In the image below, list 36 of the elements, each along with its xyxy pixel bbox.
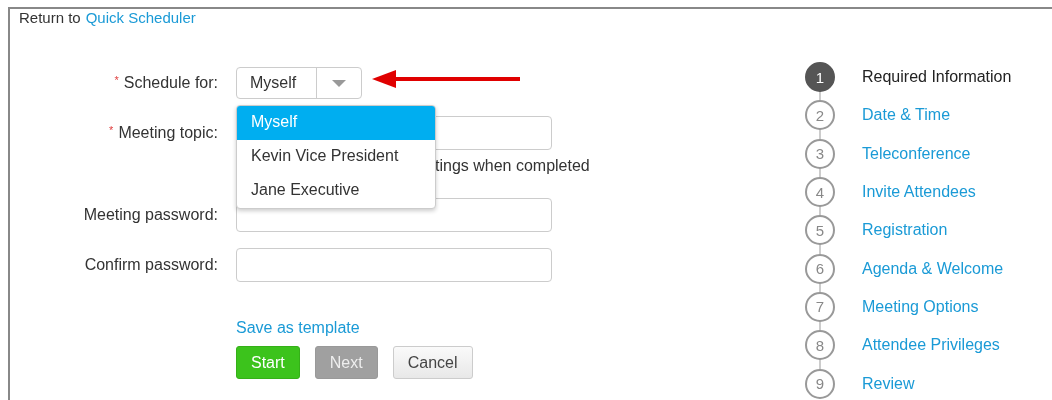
step-number: 7 (805, 291, 835, 322)
step-link[interactable]: Review (862, 374, 915, 393)
step-number: 4 (805, 177, 835, 208)
field-label: Schedule for: (123, 74, 218, 91)
step-link[interactable]: Date & Time (862, 106, 951, 125)
schedule-for-dropdown[interactable]: Myself (236, 67, 362, 99)
form-button[interactable]: Cancel (392, 346, 473, 379)
field-label: Meeting password: (83, 206, 218, 223)
save-template-link[interactable]: Save as template (236, 319, 360, 336)
step-link[interactable]: Invite Attendees (862, 183, 976, 202)
step-link[interactable]: Agenda & Welcome (862, 259, 1004, 278)
step-link[interactable]: Required Information (862, 68, 1012, 87)
step-link[interactable]: Attendee Privileges (862, 336, 1000, 355)
step-link[interactable]: Teleconference (862, 144, 971, 163)
step-number: 9 (805, 368, 835, 399)
field-label: Confirm password: (84, 256, 218, 273)
step-number: 3 (805, 138, 835, 169)
step-number: 2 (805, 100, 835, 131)
dropdown-option[interactable]: Kevin Vice President (237, 140, 435, 174)
step-link[interactable]: Registration (862, 221, 948, 240)
dropdown-option[interactable]: Jane Executive (237, 174, 435, 208)
required-mark: * (109, 124, 114, 136)
quick-scheduler-link[interactable]: Quick Scheduler (85, 9, 196, 27)
step-number: 8 (805, 330, 835, 361)
option-text: tings when completed (435, 157, 590, 174)
step-number: 5 (805, 215, 835, 246)
required-mark: * (114, 74, 119, 86)
password-field[interactable] (236, 248, 552, 282)
form-button[interactable]: Start (236, 346, 300, 379)
step-number: 6 (805, 253, 835, 284)
step-number: 1 (805, 62, 835, 93)
dropdown-option[interactable]: Myself (237, 106, 435, 140)
return-text: Return to (19, 9, 81, 27)
field-label: Meeting topic: (118, 124, 218, 141)
step-link[interactable]: Meeting Options (862, 297, 979, 316)
caret-icon (332, 79, 346, 87)
